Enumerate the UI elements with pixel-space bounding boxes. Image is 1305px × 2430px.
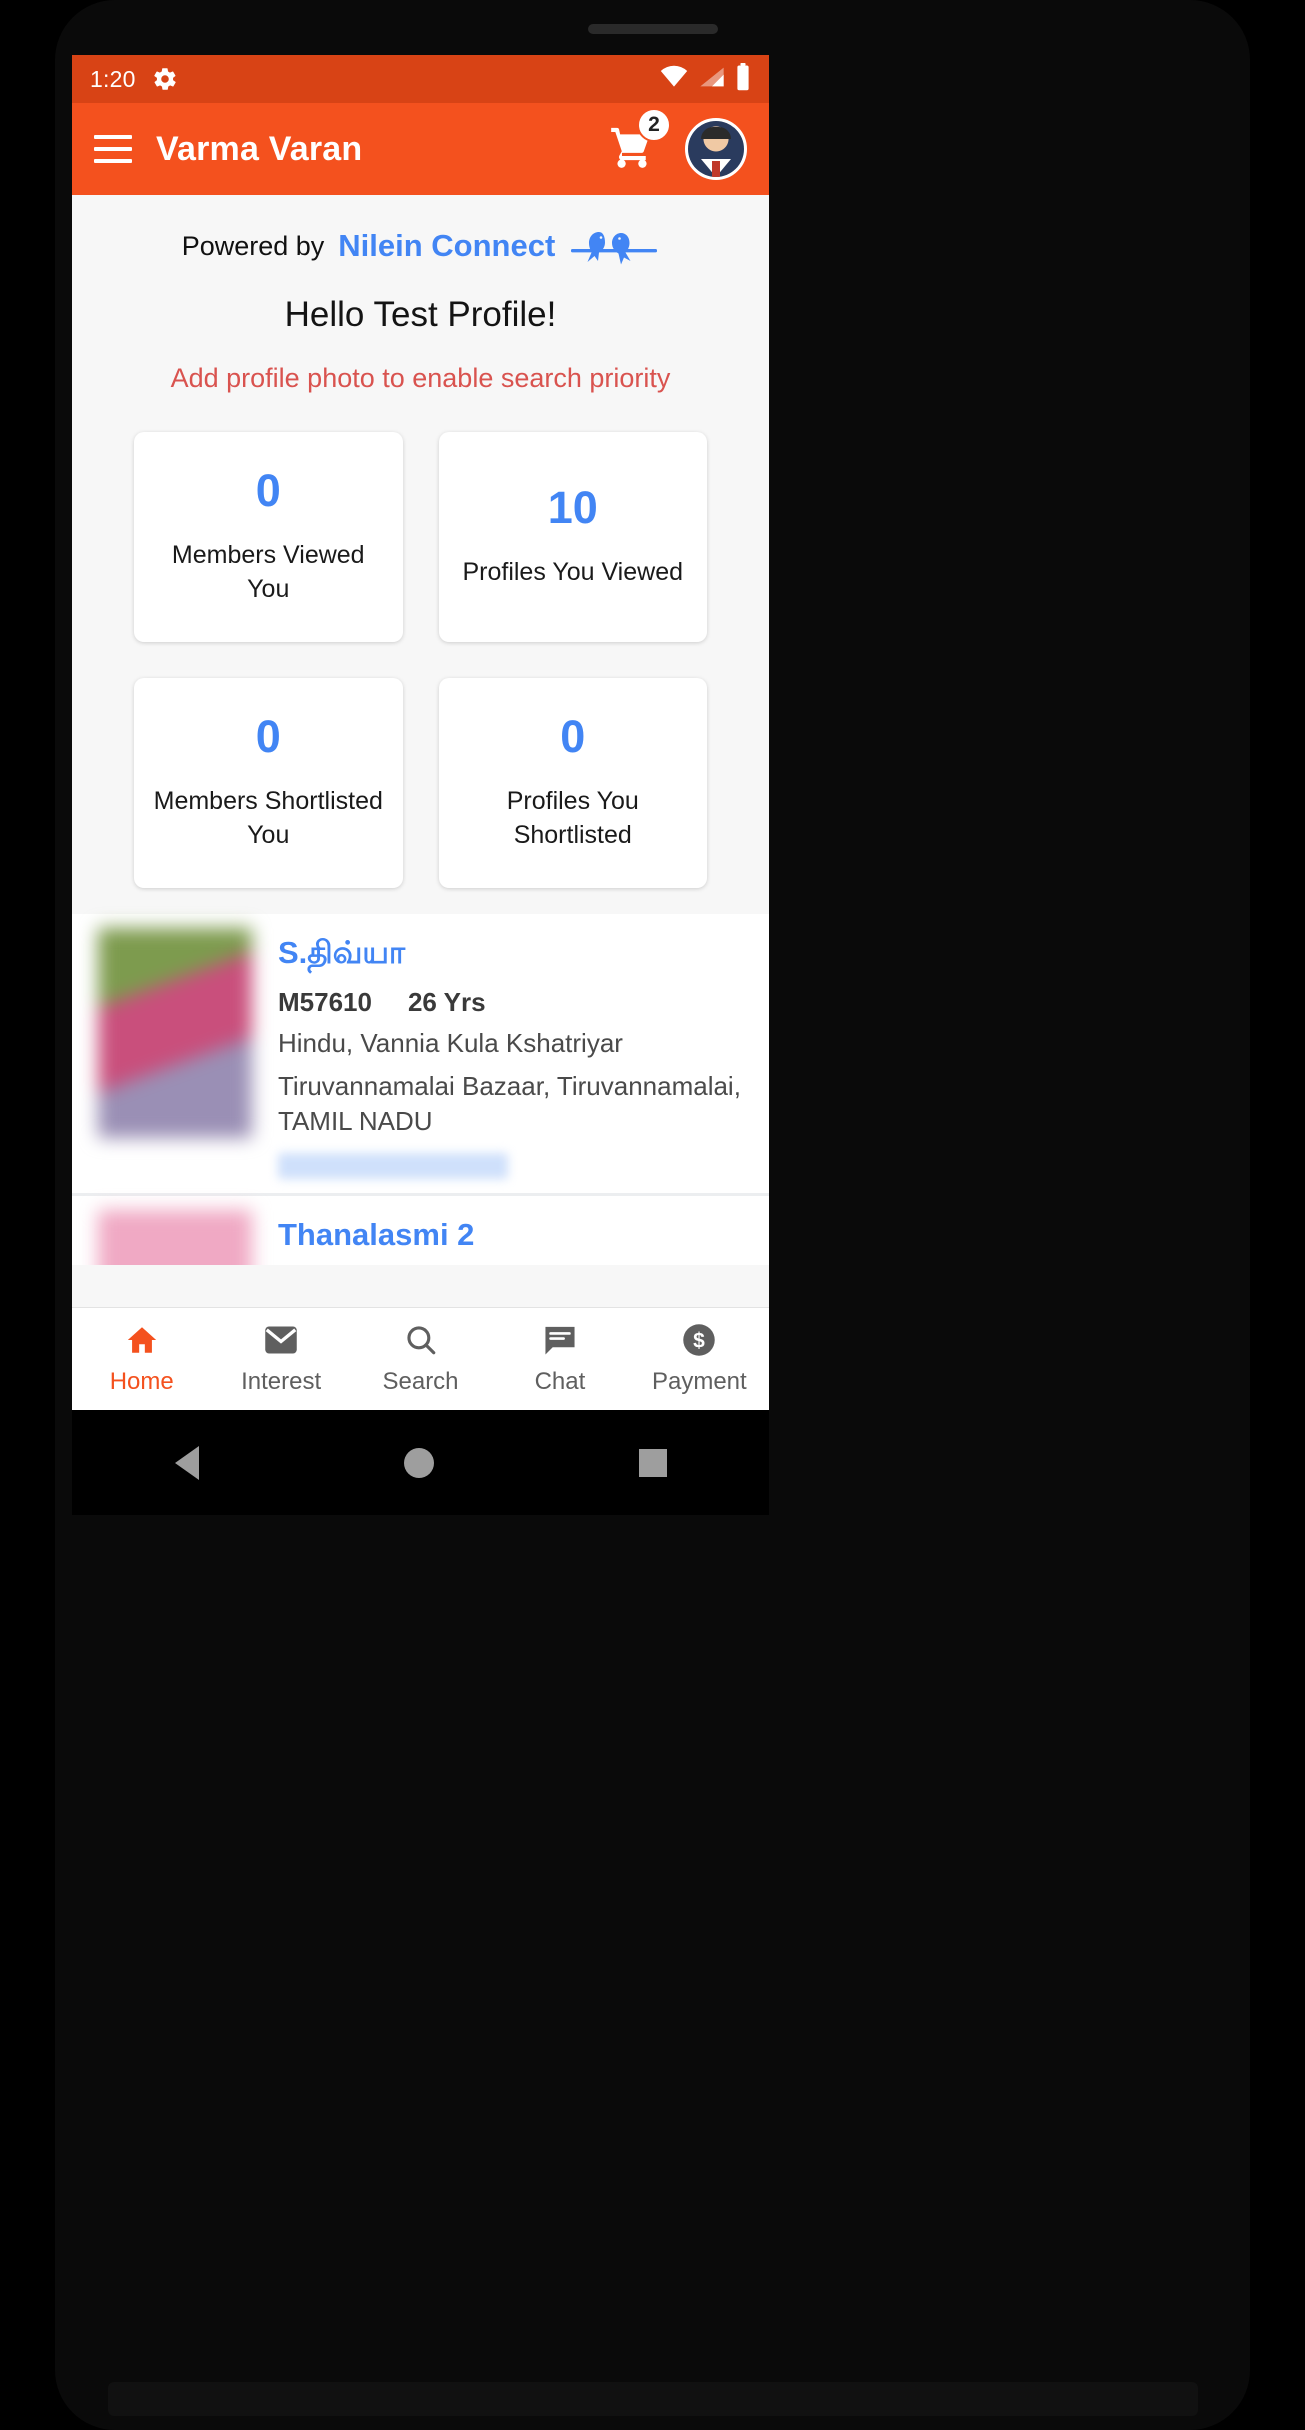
nav-item-search[interactable]: Search xyxy=(351,1308,490,1410)
device-bottom-bezel xyxy=(107,2382,1198,2416)
nav-item-home[interactable]: Home xyxy=(72,1308,211,1410)
cart-button[interactable]: 2 xyxy=(605,107,671,177)
stat-card-members-viewed-you[interactable]: 0 Members Viewed You xyxy=(134,432,403,642)
home-button-icon[interactable] xyxy=(403,1447,434,1478)
nav-label: Chat xyxy=(534,1367,586,1395)
main-content: Powered by Nilein Connect Hello Test Pro… xyxy=(72,195,769,1265)
love-birds-icon xyxy=(569,223,659,269)
powered-by-label: Powered by xyxy=(181,230,325,261)
profile-photo xyxy=(98,1210,252,1265)
signal-icon xyxy=(698,65,726,94)
dollar-icon: $ xyxy=(681,1323,717,1357)
app-bar: Varma Varan 2 xyxy=(72,103,769,195)
brand-name: Nilein Connect xyxy=(338,228,556,263)
chat-icon xyxy=(542,1323,578,1357)
stat-label: Profiles You Shortlisted xyxy=(506,787,639,849)
earpiece-speaker xyxy=(587,24,718,34)
profile-photo xyxy=(98,928,252,1138)
svg-text:$: $ xyxy=(693,1329,705,1352)
gear-icon xyxy=(152,66,178,92)
avatar-hair xyxy=(701,127,731,139)
nav-item-interest[interactable]: Interest xyxy=(211,1308,350,1410)
profile-name[interactable]: Thanalasmi 2 xyxy=(278,1216,751,1253)
back-button-icon[interactable] xyxy=(174,1445,199,1480)
android-system-navigation xyxy=(72,1410,769,1515)
profile-action-link[interactable] xyxy=(278,1153,508,1180)
profile-community: Hindu, Vannia Kula Kshatriyar xyxy=(278,1028,623,1059)
stat-label: Members Viewed You xyxy=(171,541,365,603)
stat-value: 10 xyxy=(547,481,598,533)
status-indicators xyxy=(659,62,751,96)
profile-list: S.திவ்யா M57610 26 Yrs Hindu, Vannia Kul… xyxy=(72,914,769,1265)
envelope-icon xyxy=(263,1323,299,1357)
page-title: Varma Varan xyxy=(156,129,363,168)
profile-id: M57610 xyxy=(278,987,372,1018)
cart-badge-count: 2 xyxy=(637,107,671,142)
recents-button-icon[interactable] xyxy=(638,1448,667,1477)
battery-icon xyxy=(735,62,751,96)
status-bar: 1:20 xyxy=(72,55,769,103)
status-time: 1:20 xyxy=(90,65,136,92)
profile-list-item[interactable]: S.திவ்யா M57610 26 Yrs Hindu, Vannia Kul… xyxy=(72,914,769,1197)
bottom-navigation-bar: Home Interest Search Chat $ Payment xyxy=(72,1307,769,1410)
stat-value: 0 xyxy=(255,465,281,517)
phone-screen: 1:20 Varma Varan 2 Powered by Nilein Con… xyxy=(72,55,769,1410)
wifi-icon xyxy=(659,65,689,94)
powered-by-row: Powered by Nilein Connect xyxy=(72,195,769,269)
nav-label: Search xyxy=(382,1367,459,1395)
profile-list-item[interactable]: Thanalasmi 2 M57520 26 Yrs xyxy=(72,1196,769,1265)
stat-value: 0 xyxy=(255,711,281,763)
avatar[interactable] xyxy=(685,118,747,180)
search-icon xyxy=(404,1323,438,1357)
nav-label: Interest xyxy=(241,1367,322,1395)
stat-label: Profiles You Viewed xyxy=(462,557,684,586)
stat-label: Members Shortlisted You xyxy=(153,787,383,849)
nav-item-payment[interactable]: $ Payment xyxy=(630,1308,769,1410)
nav-item-chat[interactable]: Chat xyxy=(490,1308,629,1410)
greeting-text: Hello Test Profile! xyxy=(284,295,557,334)
shopping-cart-icon xyxy=(605,127,659,176)
stat-card-profiles-you-shortlisted[interactable]: 0 Profiles You Shortlisted xyxy=(438,678,707,888)
profile-info: Thanalasmi 2 M57520 26 Yrs xyxy=(278,1210,751,1265)
profile-info: S.திவ்யா M57610 26 Yrs Hindu, Vannia Kul… xyxy=(278,928,751,1180)
profile-age: 26 Yrs xyxy=(407,987,486,1018)
home-icon xyxy=(123,1323,161,1357)
hamburger-menu-icon[interactable] xyxy=(94,135,132,163)
nav-label: Home xyxy=(109,1367,174,1395)
profile-location: Tiruvannamalai Bazaar, Tiruvannamalai, T… xyxy=(278,1071,741,1137)
avatar-tie xyxy=(712,161,720,177)
nav-label: Payment xyxy=(651,1367,747,1395)
stat-card-profiles-you-viewed[interactable]: 10 Profiles You Viewed xyxy=(438,432,707,642)
stats-grid: 0 Members Viewed You 10 Profiles You Vie… xyxy=(72,394,769,888)
avatar-image xyxy=(688,121,744,177)
stat-card-members-shortlisted-you[interactable]: 0 Members Shortlisted You xyxy=(134,678,403,888)
profile-meta: M57610 26 Yrs xyxy=(278,987,751,1018)
stat-value: 0 xyxy=(560,711,586,763)
profile-name[interactable]: S.திவ்யா xyxy=(278,934,751,971)
profile-photo-warning: Add profile photo to enable search prior… xyxy=(170,363,671,393)
